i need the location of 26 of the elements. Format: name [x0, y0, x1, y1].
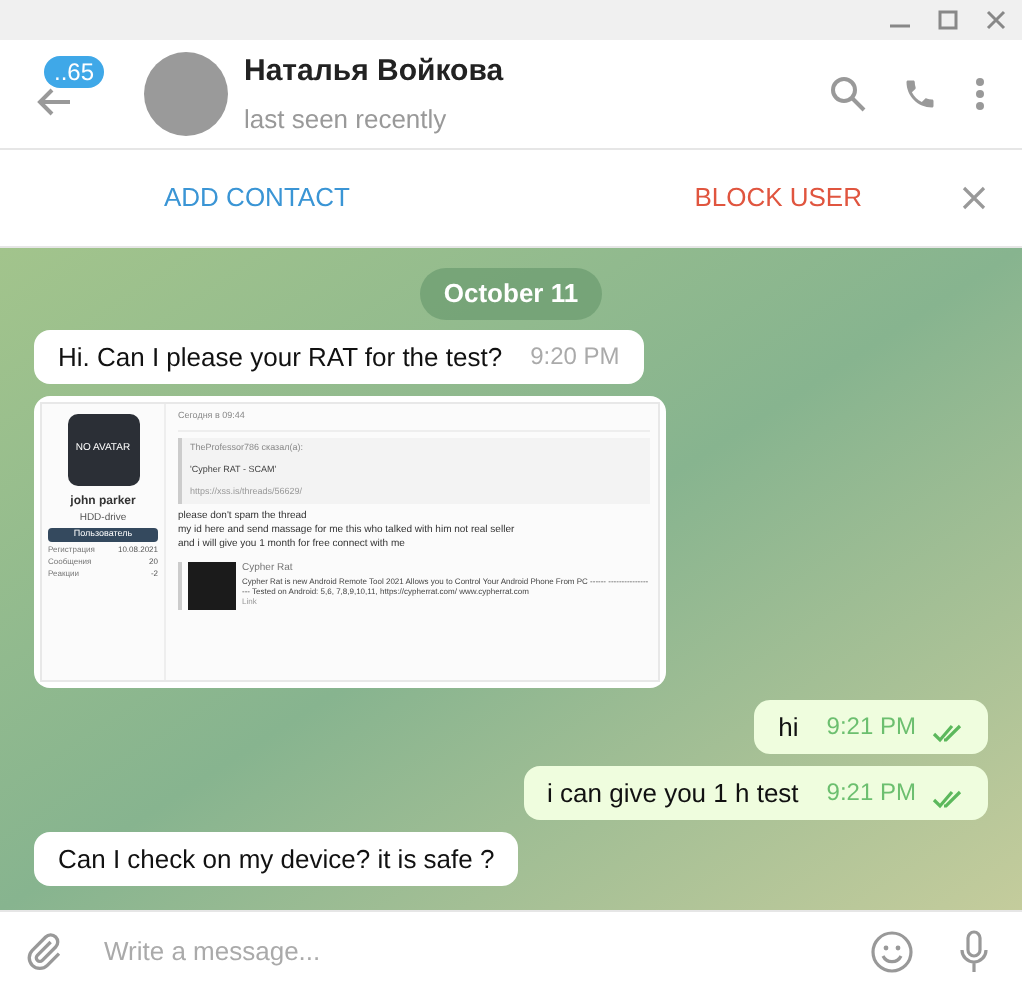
more-options-icon[interactable]	[974, 76, 986, 112]
message-input-field[interactable]: Write a message...	[104, 931, 854, 971]
message-text: Can I check on my device? it is safe ?	[58, 841, 495, 875]
message-time: 9:21 PM	[826, 709, 916, 743]
back-arrow-icon[interactable]	[36, 88, 72, 116]
microphone-icon[interactable]	[958, 929, 990, 973]
search-icon[interactable]	[830, 76, 866, 112]
maximize-icon[interactable]	[938, 10, 958, 30]
paperclip-icon[interactable]	[24, 931, 64, 971]
message-text: Hi. Can I please your RAT for the test?	[58, 339, 503, 373]
unread-count-badge: ..65	[44, 56, 105, 88]
avatar-photo-placeholder	[144, 52, 228, 136]
last-seen-status: last seen recently	[244, 101, 449, 138]
preview-image-placeholder	[188, 561, 236, 609]
emoji-icon[interactable]	[870, 929, 914, 973]
add-contact-button[interactable]: ADD CONTACT	[164, 178, 350, 218]
block-user-button[interactable]: BLOCK USER	[694, 178, 862, 218]
close-icon[interactable]	[962, 186, 986, 210]
date-chip: October 11	[419, 268, 603, 319]
message-time: 9:21 PM	[826, 775, 916, 809]
message-text: i can give you 1 h test	[547, 775, 799, 809]
close-icon[interactable]	[986, 10, 1006, 30]
message-time: 9:20 PM	[530, 339, 620, 373]
message-text: hi	[778, 709, 799, 743]
phone-icon[interactable]	[902, 76, 938, 112]
contact-name: Наталья Войкова	[244, 52, 504, 92]
